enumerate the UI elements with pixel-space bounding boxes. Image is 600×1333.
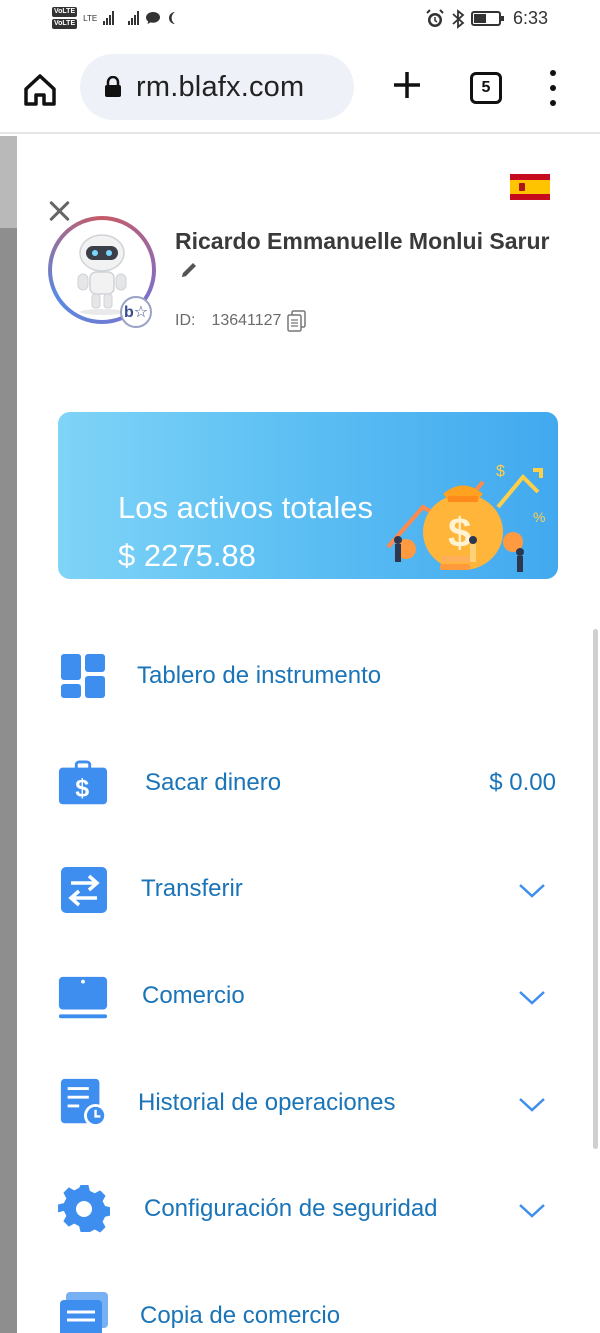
user-name: Ricardo Emmanuelle Monlui Sarur (175, 228, 550, 254)
tabs-button[interactable]: 5 (470, 72, 502, 104)
network-type: LTE (83, 13, 98, 23)
background-overlay[interactable] (0, 136, 17, 1333)
chevron-down-icon[interactable] (517, 1201, 547, 1221)
menu-item-commerce[interactable]: Comercio (17, 956, 600, 1036)
copy-icon[interactable] (287, 310, 307, 332)
gear-icon (58, 1184, 110, 1233)
menu-label-transfer: Transferir (141, 875, 243, 902)
signal-icon (103, 11, 115, 25)
menu-item-transfer[interactable]: Transferir (17, 849, 600, 929)
volte-badge-1: VoLTE (52, 7, 78, 17)
withdraw-icon: $ (58, 760, 108, 805)
status-bar: VoLTE VoLTE LTE 6:33 (0, 0, 600, 40)
menu-label-commerce: Comercio (142, 982, 245, 1009)
chevron-down-icon[interactable] (517, 1095, 547, 1115)
copy-trade-icon (60, 1292, 108, 1333)
menu-label-dashboard: Tablero de instrumento (137, 662, 382, 689)
volte-badge-2: VoLTE (52, 19, 78, 29)
svg-text:$: $ (496, 463, 505, 480)
menu-item-history[interactable]: Historial de operaciones (17, 1063, 600, 1143)
menu-item-dashboard[interactable]: Tablero de instrumento (17, 636, 600, 716)
menu-label-security: Configuración de seguridad (144, 1195, 438, 1222)
more-vert-icon[interactable] (540, 70, 566, 106)
bluetooth-icon (452, 8, 465, 29)
chat-icon (146, 12, 161, 24)
laptop-icon (58, 976, 108, 1019)
menu-label-history: Historial de operaciones (138, 1089, 396, 1116)
lock-icon (105, 76, 121, 97)
address-bar[interactable]: rm.blafx.com (80, 54, 354, 120)
browser-toolbar: rm.blafx.com 5 (0, 40, 600, 134)
withdraw-balance: $ 0.00 (489, 769, 556, 796)
menu-label-copy-trade: Copia de comercio (140, 1302, 341, 1329)
history-icon (60, 1078, 108, 1128)
signal-icon (128, 11, 140, 25)
side-drawer: b☆ Ricardo Emmanuelle Monlui Sarur ID: 1… (17, 136, 600, 1333)
menu-label-withdraw: Sacar dinero (145, 769, 282, 796)
battery-icon (470, 11, 504, 26)
moon-icon (169, 12, 176, 24)
money-bag-illustration-icon: $ % $ (386, 463, 545, 572)
menu-item-copy-trade[interactable]: Copia de comercio (17, 1276, 600, 1333)
menu-item-security[interactable]: Configuración de seguridad (17, 1169, 600, 1249)
transfer-icon (61, 867, 107, 913)
status-left: VoLTE VoLTE LTE (52, 7, 177, 29)
spain-flag-icon[interactable] (510, 174, 550, 200)
total-assets-title: Los activos totales (118, 490, 374, 525)
user-id-row: ID: 13641127 (175, 310, 307, 332)
new-tab-button[interactable] (390, 68, 424, 102)
url-text: rm.blafx.com (136, 70, 305, 103)
vip-badge: b☆ (120, 296, 152, 328)
plus-icon (394, 72, 420, 98)
chevron-down-icon[interactable] (517, 881, 547, 901)
id-label: ID: (175, 312, 196, 329)
home-icon[interactable] (20, 70, 60, 110)
svg-text:$: $ (75, 775, 89, 803)
dashboard-icon (61, 654, 105, 698)
total-assets-value: $ 2275.88 (118, 538, 256, 573)
status-right: 6:33 (425, 8, 548, 29)
alarm-icon (426, 8, 444, 27)
total-assets-card[interactable]: Los activos totales $ 2275.88 $ % $ (58, 412, 558, 579)
id-value: 13641127 (211, 312, 282, 329)
svg-text:$: $ (448, 509, 471, 556)
chevron-down-icon[interactable] (517, 988, 547, 1008)
svg-text:%: % (533, 509, 545, 525)
edit-pencil-icon[interactable] (179, 260, 199, 280)
volte-badges: VoLTE VoLTE (52, 7, 78, 29)
clock: 6:33 (512, 8, 548, 28)
menu-item-withdraw[interactable]: $ Sacar dinero $ 0.00 (17, 743, 600, 823)
